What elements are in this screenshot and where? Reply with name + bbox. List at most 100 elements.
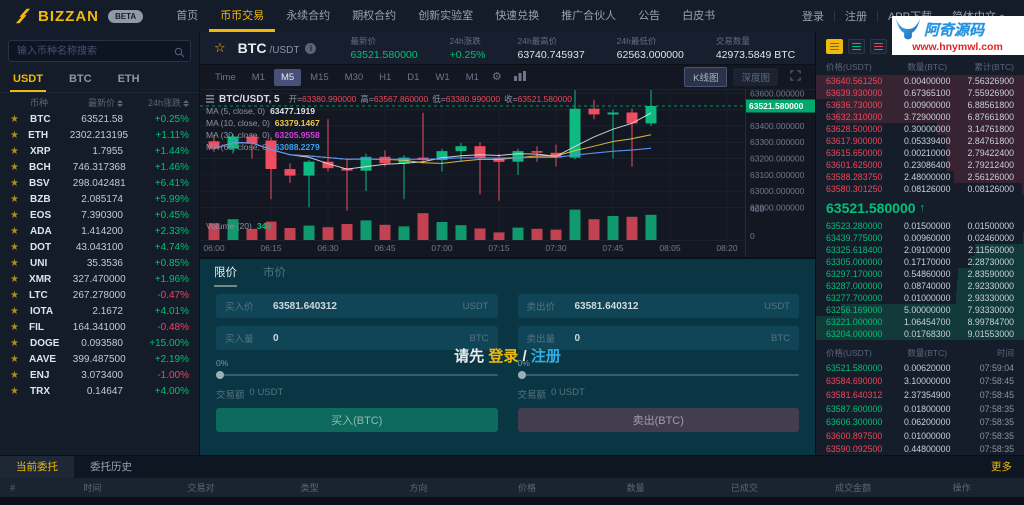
- coin-list-item[interactable]: ★ADA1.414200+2.33%: [0, 223, 199, 239]
- interval-time-0[interactable]: Time: [208, 69, 243, 86]
- favorite-star-icon[interactable]: ★: [10, 146, 30, 157]
- interval-d1-6[interactable]: D1: [400, 69, 426, 86]
- favorite-star-icon[interactable]: ★: [10, 226, 30, 237]
- coin-list-item[interactable]: ★BZB2.085174+5.99%: [0, 191, 199, 207]
- favorite-star-icon[interactable]: ★: [10, 258, 30, 269]
- candlestick-chart-svg[interactable]: 06:0006:1506:3006:4507:0007:1507:3007:45…: [200, 90, 815, 257]
- fullscreen-icon[interactable]: [790, 70, 801, 84]
- buy-amount-input[interactable]: [273, 333, 462, 344]
- coin-list-item[interactable]: ★XMR327.470000+1.96%: [0, 271, 199, 287]
- menu-item-2[interactable]: 币币交易: [209, 0, 275, 32]
- favorite-star-icon[interactable]: ★: [10, 114, 30, 125]
- buy-order-row[interactable]: 63277.7000000.010000002.93330000: [816, 292, 1024, 304]
- interval-h1-5[interactable]: H1: [372, 69, 398, 86]
- sort-icon[interactable]: [117, 100, 123, 107]
- tab-eth[interactable]: ETH: [115, 67, 143, 92]
- sell-order-row[interactable]: 63640.5612500.004000007.56326900: [816, 75, 1024, 87]
- login-prompt-login-link[interactable]: 登录: [488, 348, 518, 365]
- more-link[interactable]: 更多: [979, 456, 1024, 478]
- kline-view-button[interactable]: K线图: [684, 67, 727, 87]
- favorite-star-icon[interactable]: ★: [10, 386, 30, 397]
- sell-order-row[interactable]: 63601.6250000.230864002.79212400: [816, 159, 1024, 171]
- search-input[interactable]: [8, 40, 191, 62]
- buy-order-row[interactable]: 63305.0000000.171700002.28730000: [816, 256, 1024, 268]
- menu-item-9[interactable]: 白皮书: [671, 0, 726, 32]
- buy-amount-slider[interactable]: [216, 370, 498, 380]
- menu-item-5[interactable]: 创新实验室: [407, 0, 484, 32]
- favorite-star-icon[interactable]: ★: [10, 370, 30, 381]
- orderbook-sells-icon[interactable]: [870, 39, 887, 54]
- col-change[interactable]: 24h涨跌: [133, 96, 189, 109]
- menu-item-1[interactable]: 首页: [165, 0, 209, 32]
- favorite-star-icon[interactable]: ★: [10, 306, 30, 317]
- menu-item-4[interactable]: 期权合约: [341, 0, 407, 32]
- sell-button[interactable]: 卖出(BTC): [518, 408, 800, 432]
- slider-handle[interactable]: [216, 371, 224, 379]
- indicators-icon[interactable]: [514, 71, 526, 84]
- tab-btc[interactable]: BTC: [66, 67, 95, 92]
- login-prompt-register-link[interactable]: 注册: [531, 348, 561, 365]
- coin-list-item[interactable]: ★BSV298.042481+6.41%: [0, 175, 199, 191]
- coin-list-item[interactable]: ★UNI35.3536+0.85%: [0, 255, 199, 271]
- favorite-star-icon[interactable]: ☆: [214, 40, 226, 56]
- favorite-star-icon[interactable]: ★: [10, 242, 30, 253]
- favorite-star-icon[interactable]: ★: [10, 130, 28, 141]
- coin-list-item[interactable]: ★IOTA2.1672+4.01%: [0, 303, 199, 319]
- sell-order-row[interactable]: 63636.7300000.009000006.88561800: [816, 99, 1024, 111]
- gear-icon[interactable]: ⚙: [492, 72, 502, 83]
- tab-open-orders[interactable]: 当前委托: [0, 456, 74, 478]
- favorite-star-icon[interactable]: ★: [10, 338, 30, 349]
- favorite-star-icon[interactable]: ★: [10, 274, 29, 285]
- orderbook-buys-icon[interactable]: [848, 39, 865, 54]
- sell-order-row[interactable]: 63632.3100003.729000006.87661800: [816, 111, 1024, 123]
- sell-order-row[interactable]: 63615.6500000.002100002.79422400: [816, 147, 1024, 159]
- buy-button[interactable]: 买入(BTC): [216, 408, 498, 432]
- coin-list-item[interactable]: ★EOS7.390300+0.45%: [0, 207, 199, 223]
- menu-item-6[interactable]: 快速兑换: [484, 0, 550, 32]
- buy-price-input[interactable]: [273, 301, 455, 312]
- sell-order-row[interactable]: 63580.3012500.081260000.08126000: [816, 183, 1024, 195]
- sell-order-row[interactable]: 63617.9000000.053394002.84761800: [816, 135, 1024, 147]
- info-icon[interactable]: i: [305, 43, 316, 54]
- coin-list-item[interactable]: ★XRP1.7955+1.44%: [0, 143, 199, 159]
- favorite-star-icon[interactable]: ★: [10, 210, 30, 221]
- buy-order-row[interactable]: 63325.6184002.091000002.11560000: [816, 244, 1024, 256]
- buy-order-row[interactable]: 63297.1700000.548600002.83590000: [816, 268, 1024, 280]
- favorite-star-icon[interactable]: ★: [10, 354, 29, 365]
- buy-price-field[interactable]: 买入价 USDT: [216, 294, 498, 318]
- app-logo[interactable]: BIZZAN BETA: [14, 0, 143, 32]
- col-last-price[interactable]: 最新价: [76, 96, 133, 109]
- tab-order-history[interactable]: 委托历史: [74, 456, 148, 478]
- coin-list-item[interactable]: ★DOT43.043100+4.74%: [0, 239, 199, 255]
- buy-order-row[interactable]: 63221.0000001.064547008.99784700: [816, 316, 1024, 328]
- sell-amount-input[interactable]: [575, 333, 764, 344]
- tab-market-order[interactable]: 市价: [263, 259, 286, 287]
- kline-chart[interactable]: 06:0006:1506:3006:4507:0007:1507:3007:45…: [200, 90, 815, 257]
- menu-item-7[interactable]: 推广合伙人: [550, 0, 627, 32]
- coin-list-item[interactable]: ★BTC63521.58+0.25%: [0, 111, 199, 127]
- coin-list-item[interactable]: ★AAVE399.487500+2.19%: [0, 351, 199, 367]
- favorite-star-icon[interactable]: ★: [10, 322, 29, 333]
- sell-order-row[interactable]: 63628.5000000.300000003.14761800: [816, 123, 1024, 135]
- buy-order-row[interactable]: 63256.1690005.000000007.93330000: [816, 304, 1024, 316]
- favorite-star-icon[interactable]: ★: [10, 162, 29, 173]
- interval-m1-8[interactable]: M1: [459, 69, 486, 86]
- coin-list-item[interactable]: ★TRX0.14647+4.00%: [0, 383, 199, 399]
- interval-w1-7[interactable]: W1: [428, 69, 456, 86]
- coin-list-item[interactable]: ★FIL164.341000-0.48%: [0, 319, 199, 335]
- interval-m1-1[interactable]: M1: [245, 69, 272, 86]
- buy-order-row[interactable]: 63523.2800000.015000000.01500000: [816, 220, 1024, 232]
- login-link[interactable]: 登录: [792, 8, 834, 24]
- coin-list-item[interactable]: ★LTC267.278000-0.47%: [0, 287, 199, 303]
- orderbook-all-icon[interactable]: [826, 39, 843, 54]
- favorite-star-icon[interactable]: ★: [10, 178, 29, 189]
- coin-list-item[interactable]: ★ETH2302.213195+1.11%: [0, 127, 199, 143]
- buy-order-row[interactable]: 63204.0000000.017683009.01553000: [816, 328, 1024, 340]
- sell-amount-slider[interactable]: [518, 370, 800, 380]
- sell-order-row[interactable]: 63588.2837502.480000002.56126000: [816, 171, 1024, 183]
- favorite-star-icon[interactable]: ★: [10, 290, 29, 301]
- sell-price-field[interactable]: 卖出价 USDT: [518, 294, 800, 318]
- interval-m15-3[interactable]: M15: [303, 69, 335, 86]
- sell-order-row[interactable]: 63639.9300000.673651007.55926900: [816, 87, 1024, 99]
- menu-item-8[interactable]: 公告: [627, 0, 671, 32]
